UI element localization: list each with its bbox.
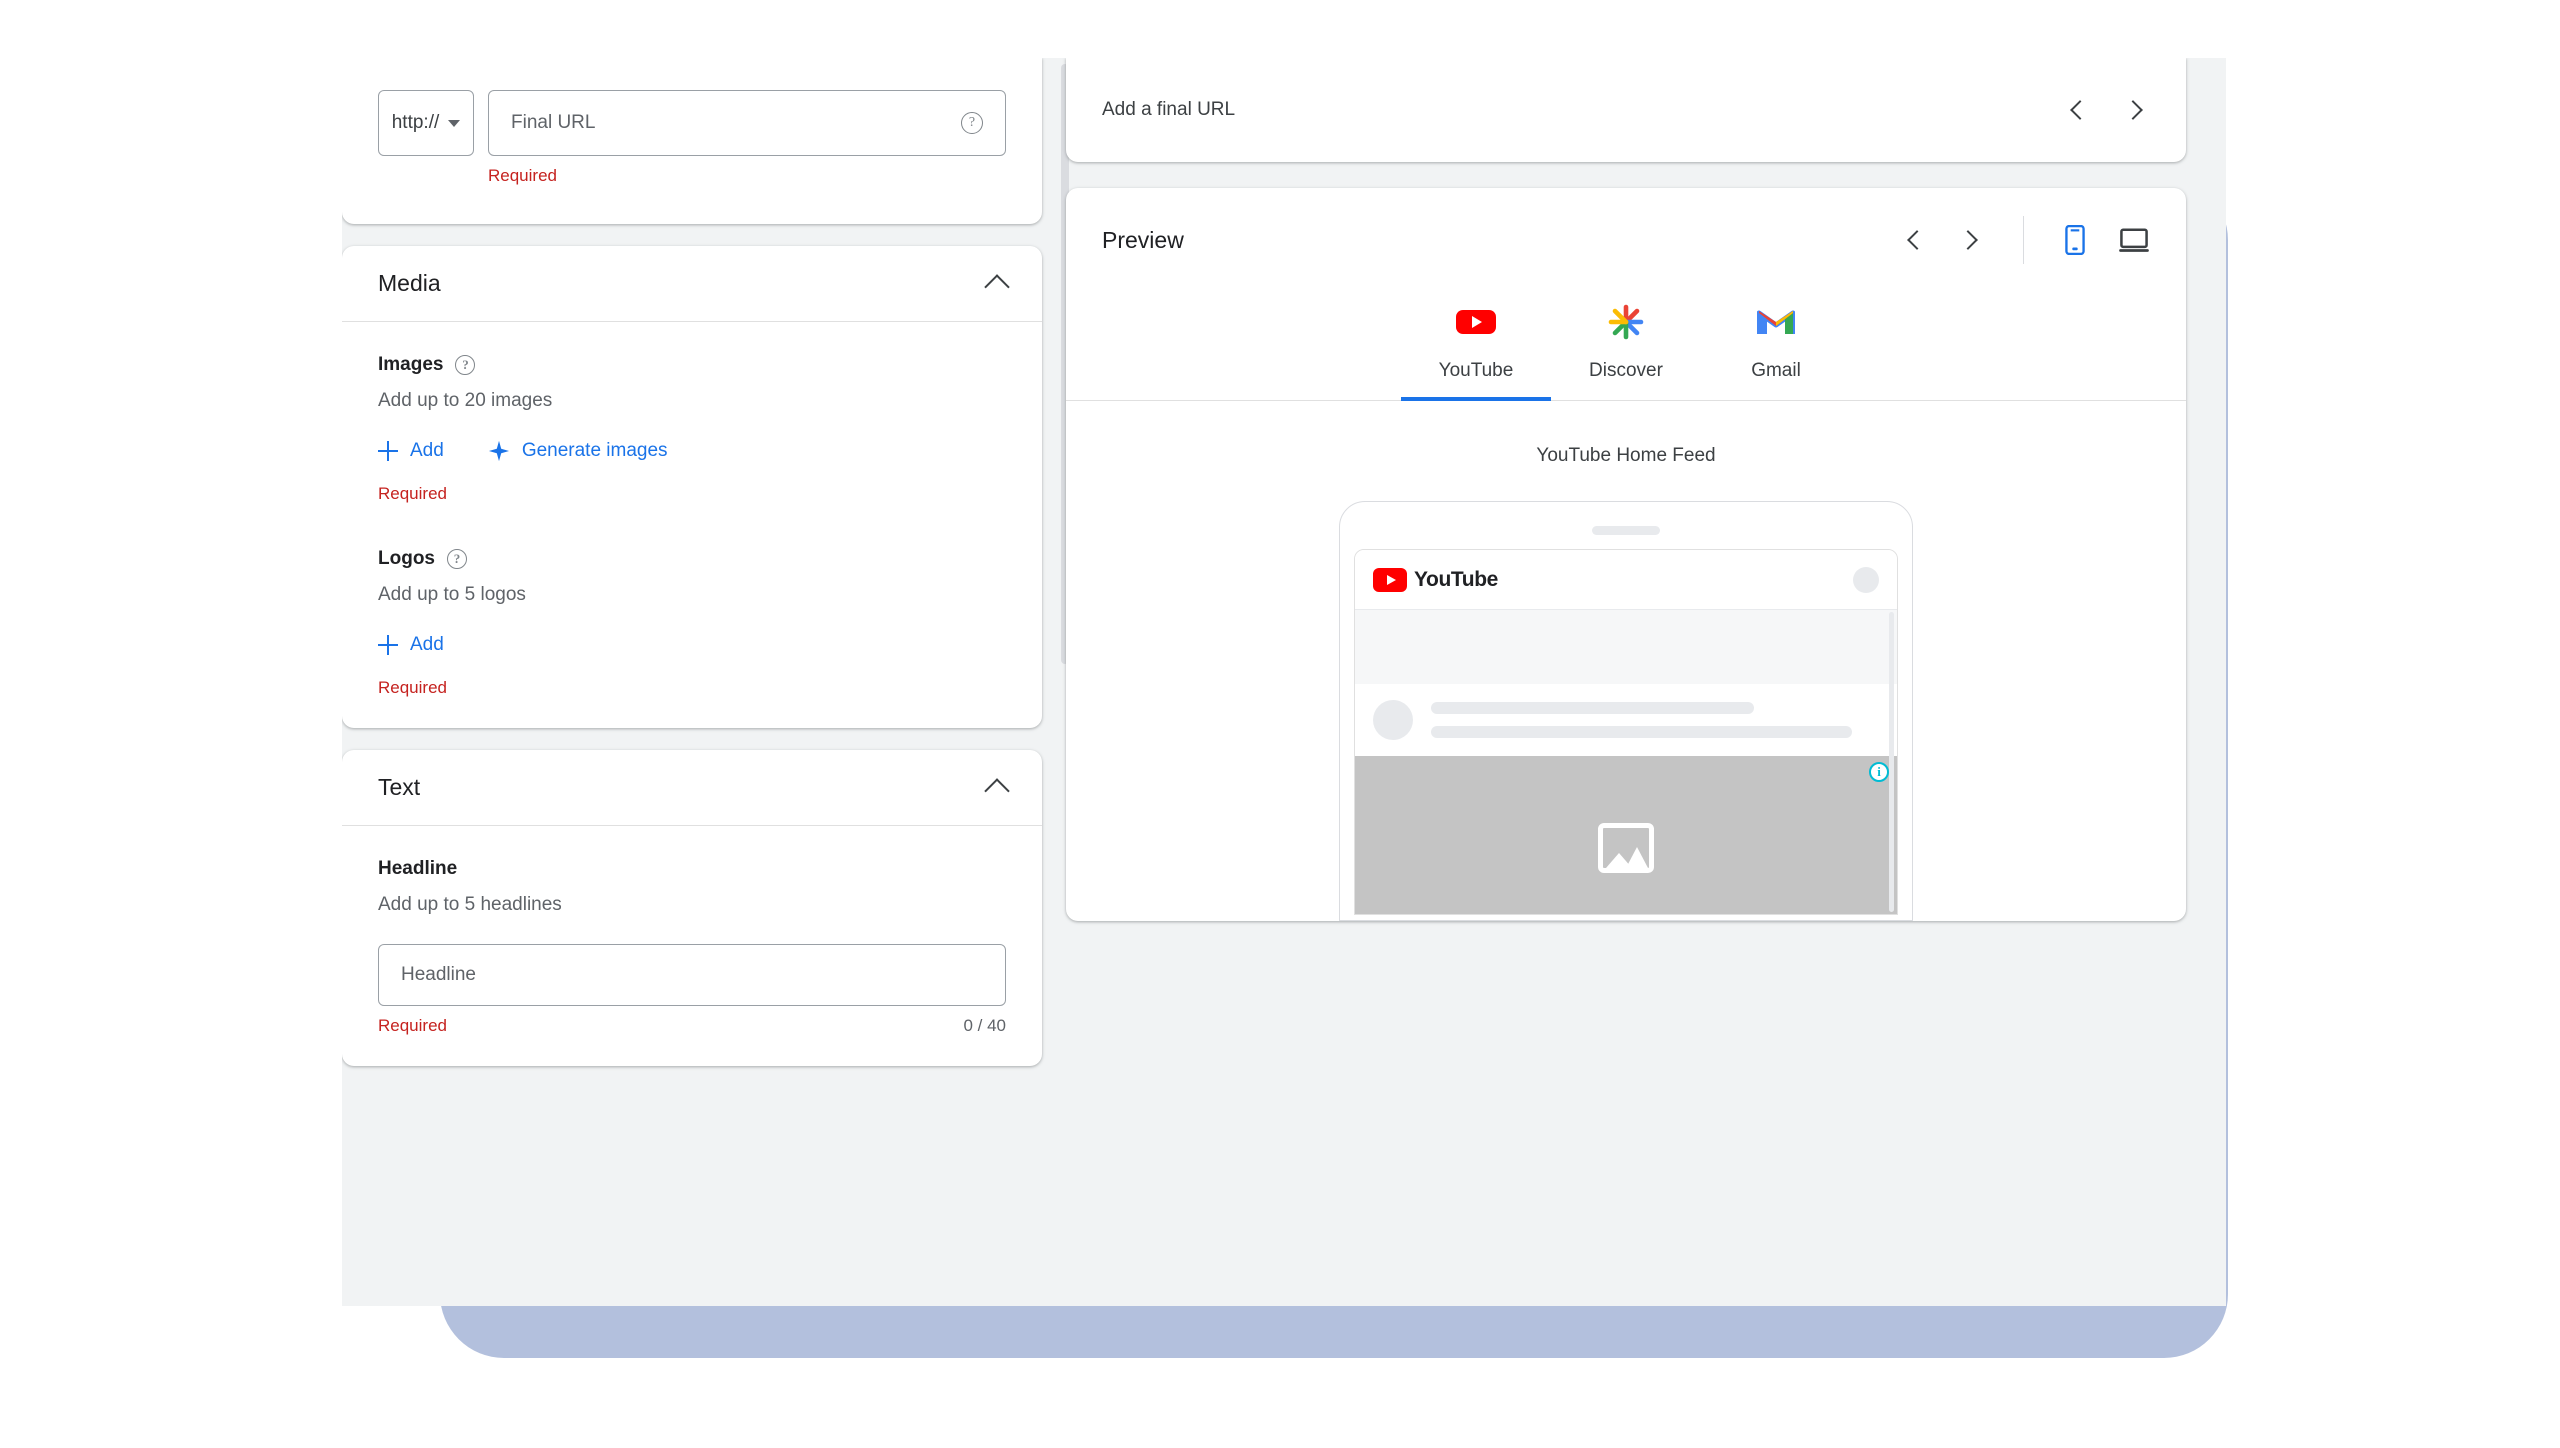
generate-images-label: Generate images [521,440,668,461]
mobile-device-toggle[interactable] [2062,225,2088,255]
tab-discover-label: Discover [1589,360,1663,381]
desktop-device-icon [2119,228,2149,252]
chevron-left-icon[interactable] [2066,97,2092,123]
logos-required-label: Required [378,678,447,697]
protocol-select[interactable]: http:// [378,90,474,156]
avatar [1373,700,1413,740]
youtube-icon [1401,298,1551,346]
help-icon[interactable]: ? [961,112,983,134]
app-viewport: http:// Final URL ? Required Media Image… [342,58,2226,1306]
images-hint: Add up to 20 images [378,390,553,411]
headline-required-label: Required [378,1016,447,1035]
chevron-down-icon [448,119,461,127]
media-card-header[interactable]: Media [342,246,1042,322]
feed-surface-title: YouTube Home Feed [1536,445,1716,466]
youtube-app-bar: YouTube [1355,550,1897,610]
ad-image-placeholder: i [1355,756,1897,914]
add-images-button[interactable]: Add [378,440,444,462]
final-url-required-label: Required [488,166,557,185]
protocol-value: http:// [391,112,440,133]
add-images-label: Add [410,440,444,461]
preview-card: Preview YouTube Discover Gmail YouTube H… [1066,188,2186,921]
help-icon[interactable]: ? [447,549,467,569]
media-card-title: Media [378,270,441,296]
platform-tabs: YouTube Discover Gmail [1066,292,2186,401]
chevron-left-icon[interactable] [1903,227,1929,253]
tab-discover[interactable]: Discover [1551,292,1701,400]
help-icon[interactable]: ? [455,355,476,375]
tab-youtube[interactable]: YouTube [1401,292,1551,401]
headline-hint: Add up to 5 headlines [378,894,562,915]
youtube-wordmark: YouTube [1414,567,1498,591]
headline-meta-row: Required 0 / 40 [378,1016,1006,1036]
phone-mockup-wrapper: YouTube i [1066,501,2186,921]
logos-hint: Add up to 5 logos [378,584,526,605]
phone-screen: YouTube i [1354,549,1898,915]
text-card: Text Headline Add up to 5 headlines Head… [342,750,1042,1066]
youtube-play-icon [1373,567,1407,592]
mobile-device-icon [2065,225,2085,255]
phone-screen-scrollbar[interactable] [1889,612,1894,912]
tab-gmail[interactable]: Gmail [1701,292,1851,400]
images-actions: Add Generate images [378,440,1006,462]
plus-icon [378,441,398,461]
ad-info-badge[interactable]: i [1869,762,1889,782]
add-logos-button[interactable]: Add [378,634,444,656]
toolbar-divider [2023,216,2024,264]
chevron-up-icon[interactable] [984,777,1010,804]
images-required-label: Required [378,484,447,503]
google-discover-icon [1551,298,1701,346]
sparkle-icon [488,440,509,462]
preview-title: Preview [1102,226,1184,253]
preview-toolbar [1903,188,2150,292]
phone-speaker [1592,526,1660,535]
right-preview-column: Add a final URL Preview YouTube Discover… [1066,58,2226,921]
phone-mockup: YouTube i [1339,501,1913,921]
url-bar-navigation [2066,97,2150,123]
chevron-right-icon[interactable] [2124,97,2150,123]
images-label-row: Images ? [378,354,1006,376]
tab-gmail-label: Gmail [1751,360,1801,381]
media-card: Media Images ? Add up to 20 images Add G… [342,246,1042,728]
image-placeholder-icon [1598,823,1654,873]
desktop-device-toggle[interactable] [2118,226,2150,254]
final-url-card: http:// Final URL ? Required [342,58,1042,224]
final-url-input[interactable]: Final URL ? [488,90,1006,156]
tab-youtube-label: YouTube [1438,360,1514,381]
feed-spacer [1355,610,1897,684]
final-url-placeholder: Final URL [511,112,596,133]
logos-label-row: Logos ? [378,548,1006,570]
add-final-url-label: Add a final URL [1102,99,1236,120]
logos-label: Logos [378,548,435,569]
generate-images-button[interactable]: Generate images [488,440,668,462]
headline-label: Headline [378,858,458,879]
left-form-column: http:// Final URL ? Required Media Image… [342,58,1054,1306]
add-final-url-bar: Add a final URL [1066,58,2186,162]
account-avatar-icon[interactable] [1853,566,1879,593]
screenshot-stage: http:// Final URL ? Required Media Image… [0,0,2560,1448]
images-label: Images [378,354,444,375]
headline-input[interactable]: Headline [378,944,1006,1006]
youtube-logo: YouTube [1373,567,1498,592]
headline-character-counter: 0 / 40 [963,1016,1006,1035]
final-url-row: http:// Final URL ? [378,90,1006,156]
skeleton-text-lines [1431,702,1879,738]
logos-actions: Add [378,634,1006,656]
chevron-right-icon[interactable] [1959,227,1985,253]
chevron-up-icon[interactable] [984,273,1010,300]
add-logos-label: Add [410,634,444,655]
text-card-header[interactable]: Text [342,750,1042,826]
plus-icon [378,635,398,655]
preview-header: Preview [1066,188,2186,292]
ad-channel-row [1355,684,1897,756]
text-card-title: Text [378,774,421,800]
gmail-icon [1701,298,1851,346]
headline-input-placeholder: Headline [401,964,476,985]
